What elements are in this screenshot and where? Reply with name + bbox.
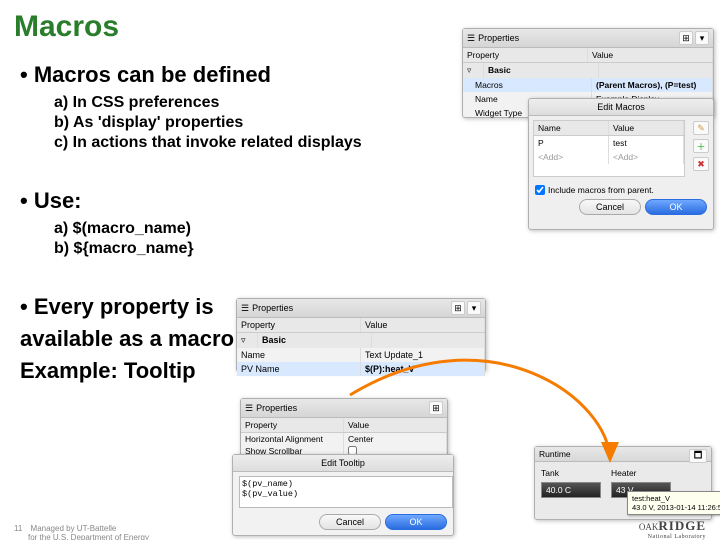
dialog-title: Edit Tooltip (233, 455, 453, 472)
tree-icon[interactable]: ⊞ (451, 301, 465, 315)
col-value: Value (609, 121, 684, 135)
col-property: Property (241, 418, 344, 432)
edit-tooltip-dialog: Edit Tooltip Cancel OK (232, 454, 454, 536)
footer-line-2: for the U.S. Department of Energy (28, 533, 149, 540)
runtime-display: Runtime 🗖 Tank 40.0 C Heater 43 V test:h… (534, 446, 712, 520)
remove-icon[interactable]: ✖ (693, 157, 709, 171)
bullet-syntax-brace: b) ${macro_name} (54, 240, 720, 258)
tab-properties[interactable]: Properties (256, 403, 297, 413)
edit-macros-dialog: Edit Macros Name Value P test <Add> <Add… (528, 98, 714, 230)
tank-value: 40.0 C (541, 482, 601, 498)
macro-row-value[interactable]: test (609, 136, 684, 150)
dialog-title: Edit Macros (529, 99, 713, 116)
col-value: Value (344, 418, 447, 432)
edit-icon[interactable]: ✎ (693, 121, 709, 135)
close-icon[interactable]: 🗖 (689, 449, 707, 463)
tooltip-line-pvvalue: 43.0 V, 2013-01-14 11:26:55.857000000.13 (632, 503, 720, 512)
group-basic: Basic (484, 63, 599, 78)
cancel-button[interactable]: Cancel (319, 514, 381, 530)
tooltip-textarea[interactable] (239, 476, 453, 508)
col-property: Property (463, 48, 588, 62)
runtime-tooltip: test:heat_V 43.0 V, 2013-01-14 11:26:55.… (627, 491, 720, 515)
tab-properties[interactable]: Properties (252, 303, 293, 313)
macro-row-name[interactable]: P (534, 136, 609, 150)
prop-macros-value[interactable]: (Parent Macros), (P=test) (592, 78, 713, 92)
ok-button[interactable]: OK (645, 199, 707, 215)
menu-icon[interactable]: ▾ (695, 31, 709, 45)
ornl-ridge: RIDGE (658, 518, 706, 533)
macro-add-name[interactable]: <Add> (534, 150, 609, 164)
footer-line-1: Managed by UT-Battelle (31, 524, 117, 533)
ok-button[interactable]: OK (385, 514, 447, 530)
add-icon[interactable]: ＋ (693, 139, 709, 153)
include-parent-checkbox[interactable] (535, 185, 545, 195)
cancel-button[interactable]: Cancel (579, 199, 641, 215)
properties-panel-mid: ☰ Properties ⊞ ▾ Property Value ▿ Basic … (236, 298, 486, 372)
tooltip-line-pvname: test:heat_V (632, 494, 720, 503)
prop-halign-label: Horizontal Alignment (241, 433, 344, 445)
tree-icon[interactable]: ⊞ (679, 31, 693, 45)
prop-pvname-label: PV Name (237, 362, 361, 376)
expand-icon[interactable]: ▿ (237, 333, 258, 348)
heater-label: Heater (611, 468, 671, 478)
properties-icon: ☰ (241, 303, 249, 314)
footer: 11 Managed by UT-Battelle for the U.S. D… (14, 524, 149, 540)
tank-label: Tank (541, 468, 601, 478)
col-property: Property (237, 318, 361, 332)
expand-icon[interactable]: ▿ (463, 63, 484, 78)
prop-name-label: Name (237, 348, 361, 362)
col-value: Value (588, 48, 713, 62)
prop-halign-value[interactable]: Center (344, 433, 447, 445)
runtime-title: Runtime (539, 449, 571, 459)
ornl-logo: OAKRIDGE National Laboratory (639, 518, 706, 540)
tab-properties[interactable]: Properties (478, 33, 519, 43)
ornl-sub: National Laboratory (639, 534, 706, 540)
macro-add-value[interactable]: <Add> (609, 150, 684, 164)
prop-macros-label: Macros (463, 78, 592, 92)
col-name: Name (534, 121, 609, 135)
include-parent-label: Include macros from parent. (548, 185, 654, 195)
properties-icon: ☰ (245, 403, 253, 414)
prop-pvname-value[interactable]: $(P):heat_V (361, 362, 485, 376)
group-basic: Basic (258, 333, 372, 348)
menu-icon[interactable]: ▾ (467, 301, 481, 315)
col-value: Value (361, 318, 485, 332)
properties-icon: ☰ (467, 33, 475, 44)
prop-name-value[interactable]: Text Update_1 (361, 348, 485, 362)
tree-icon[interactable]: ⊞ (429, 401, 443, 415)
slide-number: 11 (14, 524, 22, 533)
